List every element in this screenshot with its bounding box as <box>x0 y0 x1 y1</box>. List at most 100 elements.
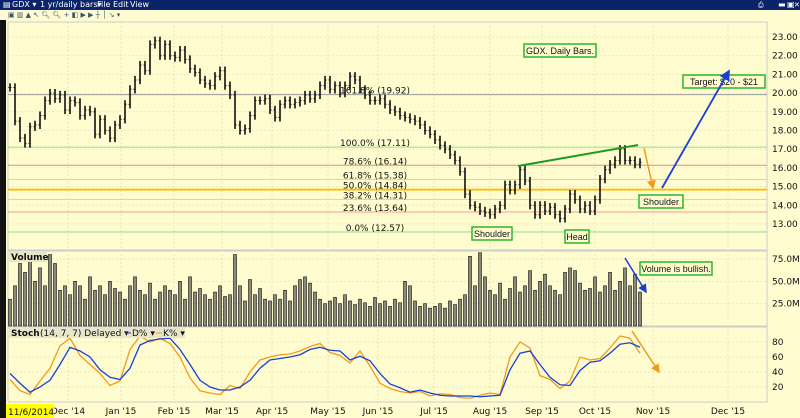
volume-bar <box>603 285 607 327</box>
volume-bar <box>93 289 97 327</box>
volume-panel-label: Volume <box>11 253 49 263</box>
volume-bar <box>368 306 372 327</box>
volume-bar <box>418 306 422 327</box>
volume-bar <box>558 294 562 327</box>
k-legend: K% ▾ <box>163 329 185 339</box>
x-tick-label: Dec '15 <box>711 407 745 417</box>
volume-bar <box>543 273 547 327</box>
volume-bar <box>123 298 127 327</box>
x-tick-label: Jan '15 <box>105 407 137 417</box>
fib-label: 0.0% (12.57) <box>346 224 405 234</box>
volume-bar <box>118 291 122 327</box>
volume-bar <box>513 276 517 327</box>
volume-bar <box>223 296 227 327</box>
volume-bar <box>413 300 417 327</box>
volume-bar <box>568 267 572 327</box>
volume-bar <box>208 298 212 327</box>
volume-bar <box>453 304 457 327</box>
volume-bar <box>28 258 32 327</box>
volume-bar <box>318 298 322 327</box>
volume-bar <box>438 303 442 327</box>
volume-bar <box>473 285 477 327</box>
volume-bar <box>13 285 17 327</box>
volume-bar <box>323 303 327 327</box>
price-tick-label: 17.00 <box>772 145 798 155</box>
volume-bar <box>293 285 297 327</box>
volume-bar <box>433 306 437 327</box>
volume-bar <box>538 281 542 327</box>
volume-bar <box>173 294 177 327</box>
volume-bar <box>213 291 217 327</box>
volume-bar <box>483 276 487 327</box>
price-tick-label: 20.00 <box>772 89 798 99</box>
volume-bar <box>348 300 352 327</box>
volume-bar <box>613 289 617 327</box>
volume-bar <box>278 298 282 327</box>
volume-bar <box>73 281 77 327</box>
price-tick-label: 15.00 <box>772 183 798 193</box>
volume-bar <box>428 307 432 327</box>
volume-bar <box>63 285 67 327</box>
volume-bar <box>593 276 597 327</box>
volume-bar <box>533 289 537 327</box>
volume-bar <box>23 272 27 327</box>
volume-bar <box>98 285 102 327</box>
volume-bar <box>628 285 632 327</box>
volume-bar <box>508 288 512 327</box>
volume-bar <box>303 276 307 327</box>
volume-bar <box>448 300 452 327</box>
volume-bar <box>158 291 162 327</box>
volume-bar <box>273 294 277 327</box>
volume-bar <box>343 294 347 327</box>
volume-annotation: Volume is bullish. <box>641 264 711 274</box>
volume-bar <box>263 298 267 327</box>
volume-bar <box>313 291 317 327</box>
volume-bar <box>583 289 587 327</box>
price-tick-label: 18.00 <box>772 127 798 137</box>
x-tick-label: Jun '15 <box>362 407 394 417</box>
stoch-params-dropdown: (14, 7, 7) Delayed ▾ <box>40 329 129 339</box>
fib-label: 78.6% (16.14) <box>343 157 407 167</box>
volume-bar <box>198 288 202 327</box>
x-tick-label: Sep '15 <box>525 407 559 417</box>
volume-bar <box>113 288 117 327</box>
volume-bar <box>203 294 207 327</box>
volume-tick-label: 75.0M <box>772 255 800 265</box>
stoch-tick-label: 40 <box>772 368 784 378</box>
volume-bar <box>103 294 107 327</box>
volume-bar <box>298 279 302 327</box>
volume-bar <box>253 294 257 327</box>
volume-bar <box>588 288 592 327</box>
stoch-tick-label: 20 <box>772 383 784 393</box>
volume-bar <box>258 288 262 327</box>
volume-bar <box>523 285 527 327</box>
volume-bar <box>443 307 447 327</box>
volume-bar <box>243 300 247 327</box>
volume-bar <box>233 254 237 327</box>
volume-bar <box>498 282 502 327</box>
fib-label: 100.0% (17.11) <box>340 139 410 149</box>
volume-bar <box>68 294 72 327</box>
volume-bar <box>393 298 397 327</box>
price-tick-label: 22.00 <box>772 52 798 62</box>
fib-label: 23.6% (13.64) <box>343 204 407 214</box>
volume-bar <box>493 294 497 327</box>
volume-bar <box>153 298 157 327</box>
volume-bar <box>388 306 392 327</box>
head-annotation: Head <box>566 232 588 242</box>
volume-bar <box>328 300 332 327</box>
stoch-tick-label: 60 <box>772 353 784 363</box>
cursor-date-label: 11/6/2014 <box>8 408 54 418</box>
volume-bar <box>308 282 312 327</box>
volume-bar <box>88 276 92 327</box>
volume-bar <box>623 267 627 327</box>
volume-bar <box>178 281 182 327</box>
volume-bar <box>363 302 367 327</box>
volume-bar <box>573 270 577 327</box>
title-annotation: GDX. Daily Bars. <box>526 46 594 56</box>
volume-bar <box>423 303 427 327</box>
volume-bar <box>48 254 52 327</box>
price-tick-label: 19.00 <box>772 108 798 118</box>
volume-bar <box>38 267 42 327</box>
volume-bar <box>488 289 492 327</box>
